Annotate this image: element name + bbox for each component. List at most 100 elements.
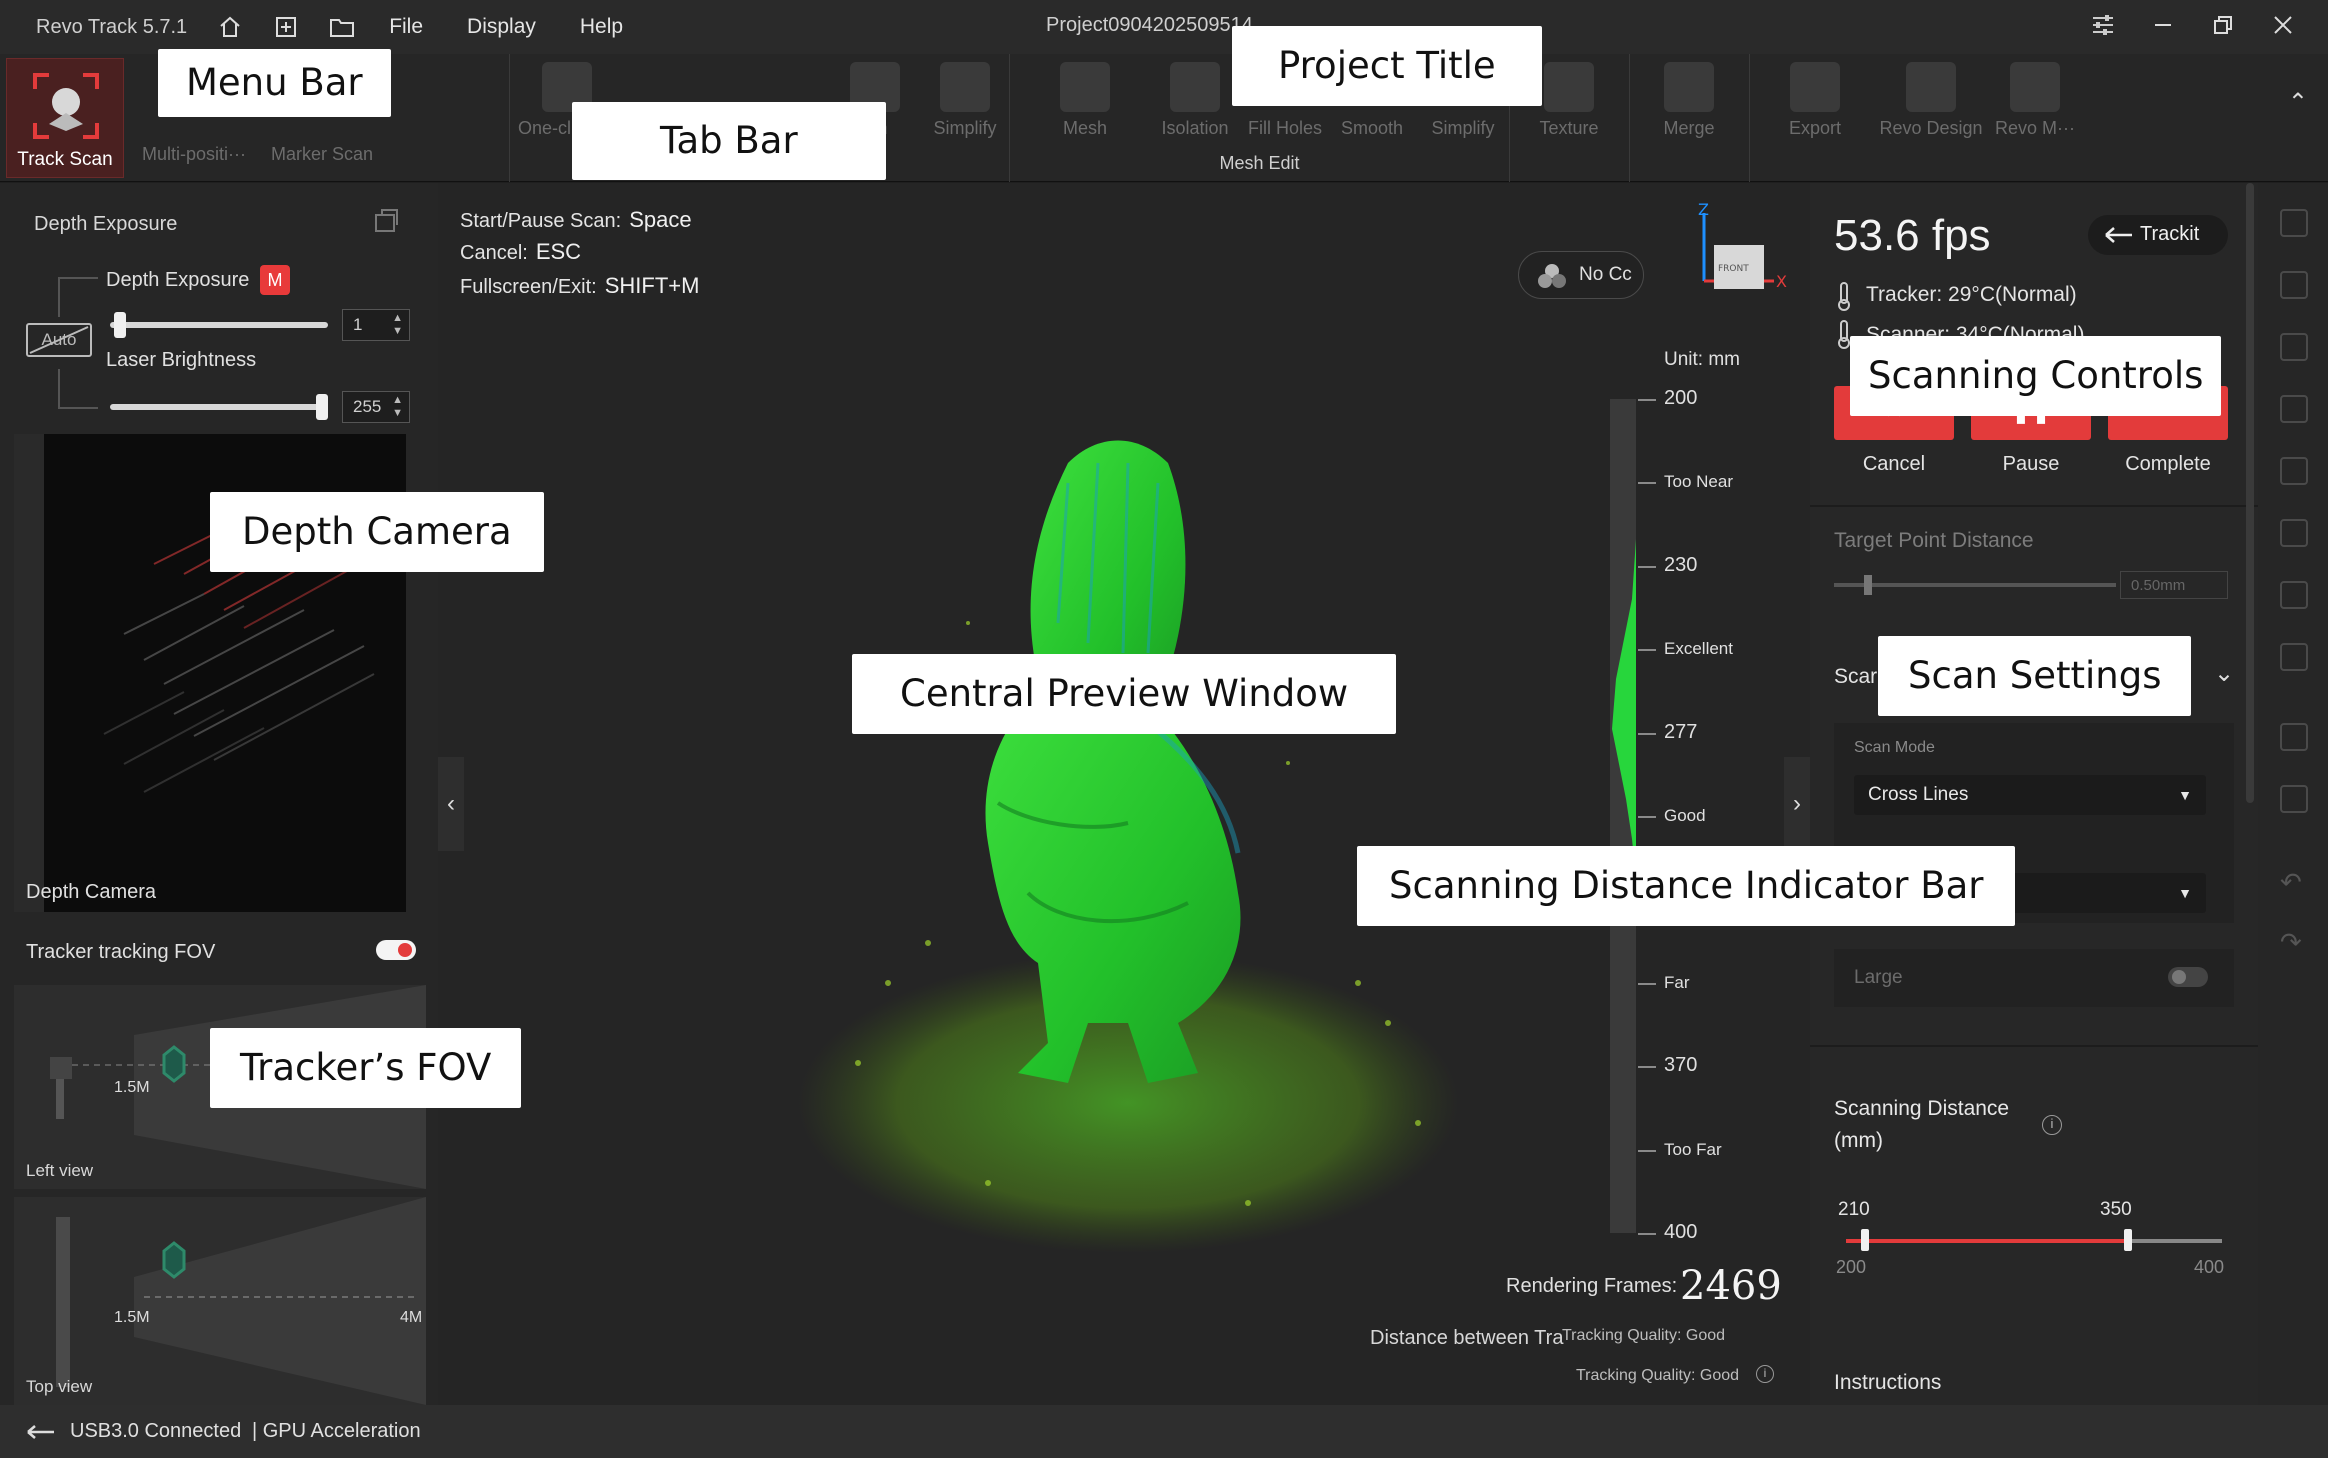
marker-scan-label: Marker Scan (270, 144, 374, 164)
color-circles-icon (1538, 264, 1566, 288)
laser-brightness-slider[interactable] (110, 404, 328, 410)
restore-icon[interactable] (2208, 10, 2238, 40)
merge-label: Merge (1663, 118, 1715, 138)
revo-m-button[interactable]: Revo M··· (1990, 62, 2080, 139)
redo-icon[interactable]: ↷ (2280, 927, 2308, 957)
simplify-points-button[interactable]: Simplify (920, 62, 1010, 139)
minimize-icon[interactable] (2148, 10, 2178, 40)
reset-icon[interactable] (372, 207, 400, 235)
distance-tick (1638, 482, 1656, 485)
depth-camera-label: Depth Camera (26, 881, 157, 903)
isolation-button[interactable]: Isolation (1150, 62, 1240, 139)
laser-brightness-slider-thumb[interactable] (316, 394, 328, 420)
distance-value-label: 370 (1664, 1054, 1698, 1077)
tracker-fov-toggle[interactable] (376, 940, 416, 960)
export-button[interactable]: Export (1770, 62, 1860, 139)
revo-m-icon (2010, 62, 2060, 112)
bracket-top (58, 277, 98, 317)
usb-arrow-icon (2105, 227, 2132, 243)
depth-exposure-title: Depth Exposure (34, 213, 178, 235)
menu-help[interactable]: Help (580, 15, 623, 39)
distance-value-label: 200 (1664, 387, 1698, 409)
info-icon[interactable]: i (2042, 1115, 2062, 1135)
trackit-label: Trackit (2140, 223, 2200, 245)
track-scan-button[interactable]: Track Scan (6, 58, 124, 178)
select-icon[interactable] (2280, 209, 2308, 237)
menu-bar: File Display Help (389, 15, 623, 39)
gear-icon[interactable] (2280, 457, 2308, 485)
no-color-toggle[interactable]: No Cc (1518, 251, 1644, 299)
scanning-distance-label: Scanning Distance (1834, 1097, 2010, 1120)
edit-icon[interactable] (2280, 581, 2308, 609)
info-icon[interactable]: i (1756, 1365, 1774, 1383)
stepper-arrows-icon[interactable]: ▲ ▼ (392, 394, 403, 420)
top-view-near: 1.5M (114, 1309, 150, 1326)
large-toggle[interactable] (2168, 967, 2208, 987)
chevron-down-icon[interactable]: ⌄ (2214, 659, 2234, 688)
target-point-input[interactable]: 0.50mm (2120, 571, 2228, 599)
trackit-button[interactable]: Trackit (2088, 215, 2228, 255)
annotation-project-title: Project Title (1232, 26, 1542, 106)
range-thumb-high[interactable] (2124, 1229, 2132, 1251)
range-thumb-low[interactable] (1860, 1229, 1869, 1251)
rect-select-icon[interactable] (2280, 271, 2308, 299)
top-view-panel: 1.5M 4M Top view (14, 1197, 426, 1405)
distance-tick (1638, 982, 1656, 985)
right-panel-scrollbar[interactable] (2246, 183, 2254, 803)
instructions-label[interactable]: Instructions (1834, 1371, 1941, 1395)
settings-sliders-icon[interactable] (2088, 10, 2118, 40)
mesh-button[interactable]: Mesh (1040, 62, 1130, 139)
target-point-distance-label: Target Point Distance (1834, 529, 2034, 552)
close-icon[interactable] (2268, 10, 2298, 40)
revo-m-label: Revo M··· (1995, 118, 2075, 138)
tracking-quality-1: Tracking Quality: Good (1562, 1327, 1726, 1344)
target-point-slider[interactable] (1834, 583, 2116, 587)
collapse-right-panel-button[interactable]: › (1784, 757, 1810, 851)
view-cube-axis[interactable]: FRONT Z X (1678, 203, 1788, 303)
shortcut-label: Start/Pause Scan: (460, 210, 622, 232)
new-project-icon[interactable] (273, 14, 299, 40)
collapse-left-panel-button[interactable]: ‹ (438, 757, 464, 851)
stepper-arrows-icon[interactable]: ▲ ▼ (392, 312, 403, 338)
merge-button[interactable]: Merge (1644, 62, 1734, 139)
merge-group: Merge (1630, 54, 1750, 182)
export-group: Export Revo Design Revo M··· (1750, 54, 2110, 182)
distance-tick (1638, 649, 1656, 652)
undo-icon[interactable]: ↶ (2280, 867, 2308, 897)
copy-icon[interactable] (2280, 723, 2308, 751)
delete-icon[interactable] (2280, 643, 2308, 671)
plane-cut-icon[interactable] (2280, 519, 2308, 547)
target-point-slider-thumb[interactable] (1864, 575, 1872, 595)
manual-mode-badge[interactable]: M (260, 265, 290, 295)
depth-exposure-slider-thumb[interactable] (114, 312, 127, 338)
depth-exposure-slider[interactable] (110, 322, 328, 328)
brush-select-icon[interactable] (2280, 395, 2308, 423)
open-folder-icon[interactable] (329, 14, 355, 40)
depth-exposure-input[interactable]: 1 ▲ ▼ (342, 309, 410, 341)
laser-brightness-input[interactable]: 255 ▲ ▼ (342, 391, 410, 423)
distance-tick (1638, 1066, 1656, 1069)
multi-position-button[interactable]: Multi-positi··· (134, 144, 254, 165)
menu-display[interactable]: Display (467, 15, 536, 39)
complete-label: Complete (2125, 453, 2211, 475)
scanning-distance-range-fill (1846, 1239, 2128, 1243)
cancel-label: Cancel (1862, 453, 1926, 475)
distance-zone-label: Too Far (1664, 1139, 1722, 1159)
person-icon[interactable] (2280, 785, 2308, 813)
marker-scan-button[interactable]: Marker Scan (262, 144, 382, 165)
auto-toggle[interactable]: Auto (26, 323, 92, 357)
scan-mode-select[interactable]: Cross Lines ▼ (1854, 775, 2206, 815)
usb-icon (27, 1425, 54, 1439)
central-preview-window[interactable]: Start/Pause Scan: Space Cancel: ESC Fullsc… (438, 183, 1810, 1405)
left-view-label: Left view (26, 1161, 94, 1180)
scan-settings-header[interactable]: Scar (1834, 665, 1877, 689)
collapse-ribbon-icon[interactable]: ⌃ (2288, 88, 2308, 117)
lasso-icon[interactable] (2280, 333, 2308, 361)
export-icon (1790, 62, 1840, 112)
left-panel: Depth Exposure Depth Exposure M Auto 1 ▲… (0, 183, 438, 1405)
mesh-icon (1060, 62, 1110, 112)
home-icon[interactable] (217, 14, 243, 40)
revo-design-button[interactable]: Revo Design (1876, 62, 1986, 139)
scanning-distance-unit: (mm) (1834, 1129, 1883, 1152)
menu-file[interactable]: File (389, 15, 423, 39)
